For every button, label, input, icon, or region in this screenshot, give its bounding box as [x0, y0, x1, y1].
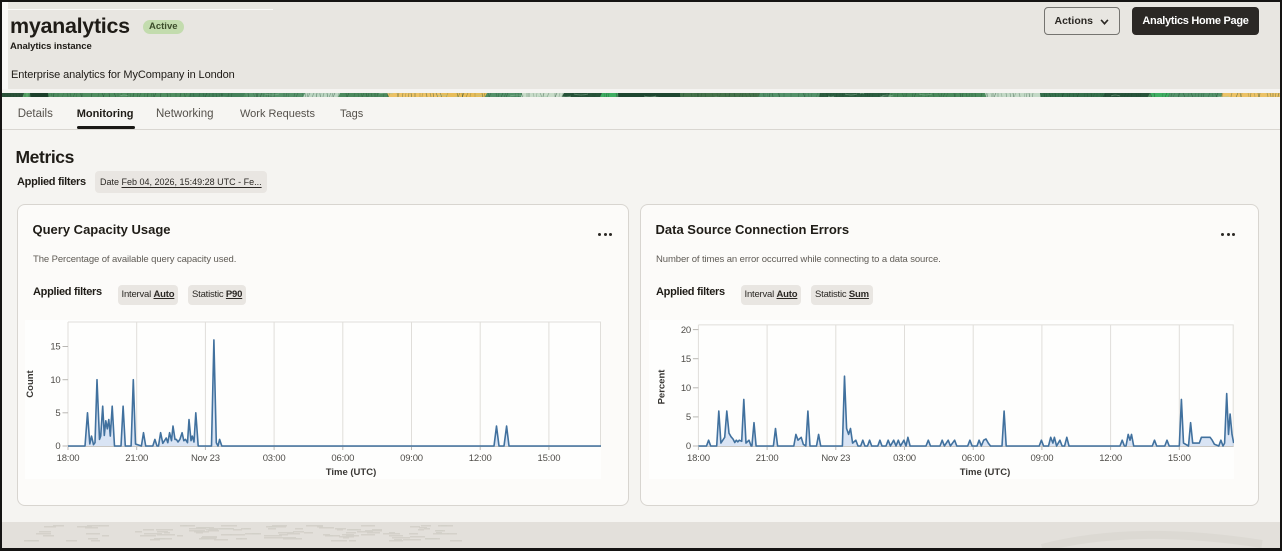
svg-text:21:00: 21:00: [125, 453, 148, 464]
svg-text:03:00: 03:00: [893, 453, 916, 464]
svg-text:06:00: 06:00: [331, 453, 354, 464]
svg-text:0: 0: [55, 441, 60, 452]
svg-text:15: 15: [50, 342, 60, 353]
svg-text:0: 0: [685, 441, 690, 452]
svg-text:18:00: 18:00: [57, 453, 80, 464]
svg-text:10: 10: [50, 375, 60, 386]
svg-text:09:00: 09:00: [400, 453, 423, 464]
svg-text:21:00: 21:00: [755, 453, 778, 464]
svg-text:20: 20: [680, 325, 690, 336]
svg-text:09:00: 09:00: [1030, 453, 1053, 464]
svg-text:15: 15: [680, 354, 690, 365]
svg-text:10: 10: [680, 383, 690, 394]
svg-text:Time (UTC): Time (UTC): [326, 467, 377, 478]
svg-text:18:00: 18:00: [687, 453, 710, 464]
svg-text:5: 5: [55, 408, 60, 419]
svg-text:03:00: 03:00: [263, 453, 286, 464]
svg-text:12:00: 12:00: [469, 453, 492, 464]
svg-text:Nov 23: Nov 23: [821, 453, 850, 464]
svg-text:12:00: 12:00: [1099, 453, 1122, 464]
svg-text:15:00: 15:00: [538, 453, 561, 464]
svg-text:5: 5: [685, 412, 690, 423]
svg-text:15:00: 15:00: [1167, 453, 1190, 464]
svg-text:Nov 23: Nov 23: [191, 453, 220, 464]
svg-text:Time (UTC): Time (UTC): [959, 467, 1010, 478]
svg-text:Percent: Percent: [656, 369, 667, 405]
svg-text:Count: Count: [25, 369, 36, 397]
svg-text:06:00: 06:00: [961, 453, 984, 464]
